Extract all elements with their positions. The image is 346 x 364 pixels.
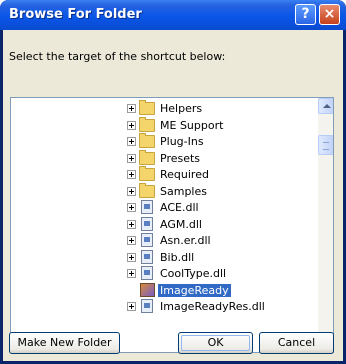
- tree-item[interactable]: Presets: [11, 149, 319, 166]
- ok-focus-ring: [181, 335, 250, 351]
- application-icon: [140, 282, 155, 297]
- tree-item-label: ImageReadyRes.dll: [160, 300, 265, 313]
- tree-item-label: AGM.dll: [160, 217, 202, 231]
- tree-item-label: Samples: [160, 184, 207, 198]
- tree-item[interactable]: ME Support: [11, 116, 319, 133]
- expand-plus-icon[interactable]: [127, 219, 136, 229]
- folder-icon: [139, 149, 155, 165]
- folder-icon: [139, 133, 155, 148]
- tree-item[interactable]: Required: [11, 166, 319, 182]
- help-icon[interactable]: ?: [295, 4, 316, 25]
- expand-plus-icon[interactable]: [127, 186, 136, 196]
- expand-plus-icon[interactable]: [127, 153, 136, 163]
- tree-item[interactable]: Bib.dll: [11, 249, 319, 265]
- folder-icon: [139, 116, 155, 132]
- expand-plus-icon[interactable]: [127, 269, 136, 278]
- tree-item[interactable]: CoolType.dll: [11, 266, 319, 281]
- scroll-up-icon[interactable]: [318, 98, 333, 114]
- browse-for-folder-dialog: Browse For Folder ? × Select the target …: [0, 0, 346, 364]
- tree-item-label: Bib.dll: [160, 250, 195, 264]
- dll-file-icon: [141, 233, 153, 247]
- tree-item[interactable]: ImageReadyRes.dll: [11, 299, 319, 314]
- tree-item-label: Presets: [160, 151, 201, 165]
- tree-item-label: Helpers: [160, 102, 203, 115]
- make-new-folder-button[interactable]: Make New Folder: [9, 332, 120, 354]
- tree-item[interactable]: Asn.er.dll: [11, 233, 319, 248]
- expand-plus-icon[interactable]: [127, 302, 136, 311]
- expand-plus-icon[interactable]: [127, 203, 136, 212]
- tree-item-label: ACE.dll: [160, 201, 199, 214]
- folder-icon: [139, 166, 155, 181]
- tree-item-label: Asn.er.dll: [160, 234, 211, 247]
- tree-item[interactable]: ImageReady: [11, 282, 319, 298]
- title-bar[interactable]: Browse For Folder ? ×: [0, 0, 346, 30]
- dll-file-icon: [141, 249, 153, 264]
- dll-file-icon: [141, 200, 153, 214]
- close-icon[interactable]: ×: [319, 4, 340, 25]
- tree-item[interactable]: Helpers: [11, 100, 319, 116]
- dll-file-icon: [141, 299, 153, 313]
- cancel-button[interactable]: Cancel: [259, 332, 334, 354]
- folder-icon: [139, 182, 155, 198]
- dialog-body: Select the target of the shortcut below:…: [3, 30, 343, 361]
- expand-plus-icon[interactable]: [127, 120, 136, 130]
- tree-item-label: ImageReady: [158, 283, 231, 297]
- ok-button[interactable]: OK: [178, 332, 253, 354]
- folder-icon: [139, 100, 155, 115]
- scroll-thumb[interactable]: [318, 135, 333, 155]
- expand-plus-icon[interactable]: [127, 252, 136, 262]
- prompt-text: Select the target of the shortcut below:: [9, 50, 226, 63]
- dll-file-icon: [141, 216, 153, 231]
- tree-item[interactable]: Samples: [11, 182, 319, 199]
- tree-item-label: Required: [160, 168, 209, 181]
- dll-file-icon: [141, 266, 153, 280]
- expand-plus-icon[interactable]: [127, 236, 136, 245]
- expand-plus-icon[interactable]: [127, 170, 136, 179]
- tree-item-label: CoolType.dll: [160, 267, 227, 280]
- folder-tree[interactable]: Helpers ME Support Plug-Ins Presets Required…: [10, 97, 334, 353]
- expand-plus-icon[interactable]: [127, 104, 136, 113]
- tree-item-label: Plug-Ins: [160, 135, 204, 148]
- tree-item[interactable]: Plug-Ins: [11, 133, 319, 149]
- vertical-scrollbar[interactable]: [318, 98, 333, 352]
- tree-item[interactable]: ACE.dll: [11, 200, 319, 215]
- window-title: Browse For Folder: [9, 7, 142, 22]
- tree-item-label: ME Support: [160, 118, 224, 132]
- expand-plus-icon[interactable]: [127, 137, 136, 146]
- tree-item[interactable]: AGM.dll: [11, 216, 319, 232]
